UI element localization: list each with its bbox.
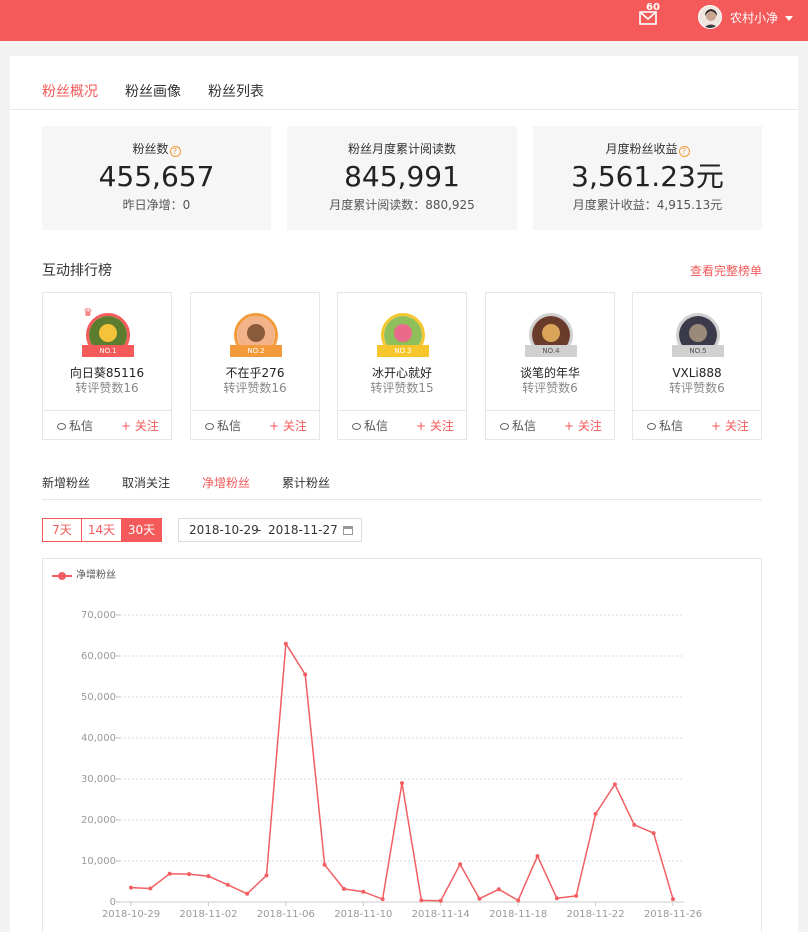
y-tick-label: 10,000 [81, 856, 116, 867]
y-tick-label: 30,000 [81, 774, 116, 785]
data-point [148, 886, 153, 891]
x-tick-label: 2018-11-02 [179, 909, 237, 920]
data-point [535, 854, 540, 859]
y-tick-label: 0 [110, 897, 116, 908]
data-point [419, 898, 424, 903]
data-point [593, 811, 598, 816]
x-tick-label: 2018-11-26 [644, 909, 702, 920]
x-tick-label: 2018-11-06 [257, 909, 315, 920]
data-point [671, 897, 675, 902]
data-point [612, 782, 617, 787]
y-tick-label: 40,000 [81, 733, 116, 744]
data-point [651, 831, 656, 836]
data-point [438, 898, 443, 903]
data-point [458, 862, 463, 867]
data-point [341, 886, 346, 891]
data-point [380, 897, 385, 902]
data-point [129, 885, 133, 890]
data-point [283, 641, 288, 646]
y-tick-label: 60,000 [81, 651, 116, 662]
data-point [225, 882, 230, 887]
x-tick-label: 2018-11-22 [567, 909, 625, 920]
data-point [400, 781, 404, 786]
net-fans-line-chart: 0 10,000 20,000 30,000 40,000 50,000 60,000 70,… [81, 610, 702, 920]
data-point [477, 896, 482, 901]
data-point [322, 862, 327, 867]
series-line [130, 642, 674, 902]
data-point [554, 896, 559, 901]
data-point [206, 874, 211, 879]
data-point [361, 889, 366, 894]
data-point [574, 893, 579, 898]
x-tick-label: 2018-11-14 [412, 909, 470, 920]
data-point [303, 672, 308, 677]
data-point [516, 898, 521, 903]
data-point [264, 873, 269, 878]
y-tick-label: 70,000 [81, 610, 116, 621]
data-point [496, 887, 501, 892]
data-point [167, 871, 172, 876]
x-tick-label: 2018-11-18 [489, 909, 547, 920]
data-point [187, 872, 192, 877]
x-tick-label: 2018-11-10 [334, 909, 392, 920]
data-point [632, 822, 637, 827]
x-tick-label: 2018-10-29 [102, 909, 160, 920]
data-point [245, 891, 250, 896]
y-tick-label: 50,000 [81, 692, 116, 703]
y-tick-label: 20,000 [81, 815, 116, 826]
